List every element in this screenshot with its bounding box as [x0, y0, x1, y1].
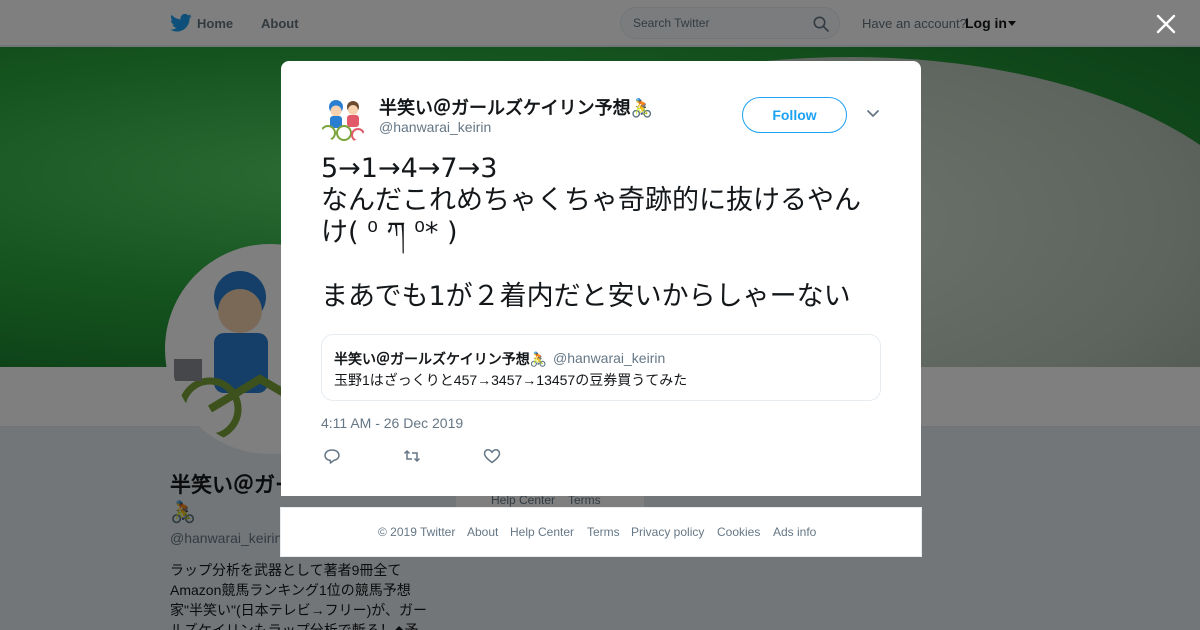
tweet-timestamp[interactable]: 4:11 AM - 26 Dec 2019	[321, 415, 463, 431]
quoted-tweet[interactable]: 半笑い＠ガールズケイリン予想🚴 @hanwarai_keirin 玉野1はざっく…	[321, 334, 881, 401]
tweet-author-avatar[interactable]	[320, 95, 368, 143]
tweet-author-handle[interactable]: @hanwarai_keirin	[379, 119, 491, 135]
quoted-tweet-text: 玉野1はざっくりと457→3457→13457の豆券買うてみた	[334, 372, 688, 388]
footer-link-ads-info[interactable]: Ads info	[773, 525, 816, 539]
chevron-down-icon[interactable]	[866, 109, 880, 119]
footer-link-cookies[interactable]: Cookies	[717, 525, 760, 539]
retweet-icon[interactable]	[403, 448, 421, 464]
follow-button[interactable]: Follow	[742, 97, 847, 133]
tweet-text: 5→1→4→7→3 なんだこれめちゃくちゃ奇跡的に抜けるやんけ( ⁰ ཀ ⁰* …	[321, 153, 861, 312]
quoted-tweet-author-name: 半笑い＠ガールズケイリン予想🚴	[334, 351, 548, 367]
footer-link-help-center[interactable]: Help Center	[510, 525, 574, 539]
footer-link-terms[interactable]: Terms	[587, 525, 620, 539]
close-icon[interactable]	[1154, 12, 1178, 36]
footer-link-about[interactable]: About	[467, 525, 498, 539]
tweet-author-name[interactable]: 半笑い＠ガールズケイリン予想🚴	[379, 94, 653, 120]
reply-icon[interactable]	[323, 448, 341, 464]
avatar-illustration	[320, 100, 365, 142]
modal-footer: © 2019 Twitter About Help Center Terms P…	[280, 507, 922, 557]
footer-link-privacy-policy[interactable]: Privacy policy	[631, 525, 704, 539]
footer-copyright: © 2019 Twitter	[378, 525, 456, 539]
quoted-tweet-author-handle: @hanwarai_keirin	[553, 350, 666, 366]
like-icon[interactable]	[483, 448, 501, 464]
tweet-modal: 半笑い＠ガールズケイリン予想🚴 @hanwarai_keirin Follow …	[281, 61, 921, 496]
